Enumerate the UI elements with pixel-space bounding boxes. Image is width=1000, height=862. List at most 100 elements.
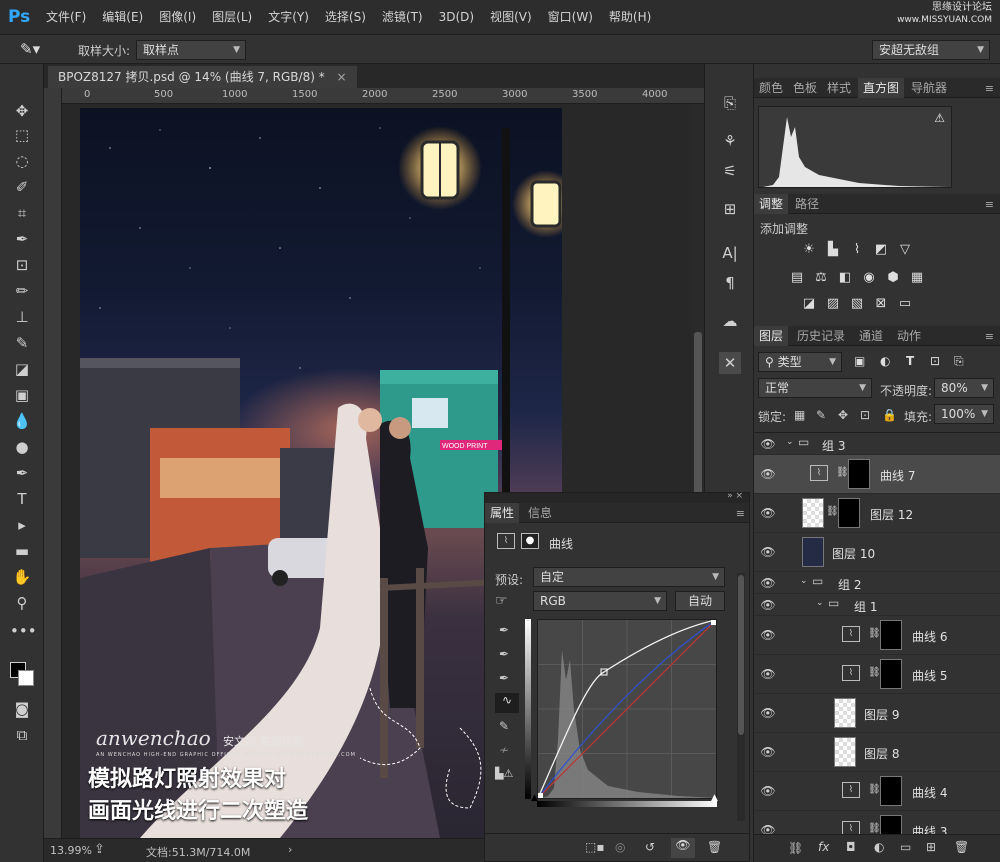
pencil-mode-icon[interactable]: ✎ [499, 719, 509, 733]
panel-menu-icon[interactable]: ≡ [985, 82, 994, 95]
new-layer-icon[interactable]: ⊞ [926, 840, 936, 854]
eyedropper-tool-preset-icon[interactable]: ✎▾ [20, 40, 40, 58]
tab-info[interactable]: 信息 [523, 503, 557, 523]
stamp-tool-icon[interactable]: ⊥ [10, 306, 34, 328]
visibility-eye-icon[interactable]: 👁 [760, 628, 776, 642]
on-image-adjust-icon[interactable]: ☞ [495, 593, 508, 609]
visibility-eye-icon[interactable]: 👁 [760, 598, 776, 612]
tools-cross-icon[interactable]: ✕ [719, 352, 741, 374]
link-layers-icon[interactable]: ⛓ [788, 841, 803, 855]
lock-artboard-icon[interactable]: ⊡ [860, 408, 870, 422]
gray-point-eyedropper-icon[interactable]: ✒ [499, 647, 509, 661]
tab-history[interactable]: 历史记录 [792, 326, 850, 346]
visibility-eye-icon[interactable]: 👁 [760, 437, 776, 451]
menu-edit[interactable]: 编辑(E) [94, 0, 151, 34]
quick-mask-icon[interactable]: ◙ [10, 698, 34, 720]
layer-row[interactable]: 👁 ⛓ 图层 12 [754, 494, 1000, 533]
visibility-eye-icon[interactable]: 👁 [760, 823, 776, 834]
fx-icon[interactable]: fx [818, 840, 829, 854]
fill-input[interactable]: 100% ▼ [934, 404, 994, 424]
visibility-eye-icon[interactable]: 👁 [760, 706, 776, 720]
panel-menu-icon[interactable]: ≡ [985, 198, 994, 211]
new-adjustment-icon[interactable]: ◐ [874, 840, 884, 854]
dodge-tool-icon[interactable]: ● [10, 436, 34, 458]
pen-tool-icon[interactable]: ✒ [10, 462, 34, 484]
properties-scrollbar[interactable] [737, 573, 745, 821]
color-balance-icon[interactable]: ⚖ [812, 270, 830, 286]
history-brush-icon[interactable]: ✎ [10, 332, 34, 354]
delete-icon[interactable]: 🗑 [707, 840, 722, 854]
menu-layer[interactable]: 图层(L) [204, 0, 260, 34]
auto-button[interactable]: 自动 [675, 591, 725, 611]
panel-menu-icon[interactable]: ≡ [736, 507, 745, 520]
visibility-eye-icon[interactable]: 👁 [760, 667, 776, 681]
filter-type-icon[interactable]: T [906, 354, 914, 368]
levels-icon[interactable]: ▙ [824, 242, 842, 258]
menu-filter[interactable]: 滤镜(T) [374, 0, 431, 34]
path-select-icon[interactable]: ▸ [10, 514, 34, 536]
tab-layers[interactable]: 图层 [754, 326, 789, 346]
document-tab[interactable]: BPOZ8127 拷贝.psd @ 14% (曲线 7, RGB/8) * × [48, 66, 357, 88]
blur-tool-icon[interactable]: 💧 [10, 410, 34, 432]
filter-smart-object-icon[interactable]: ⎘ [954, 354, 964, 369]
channel-mixer-icon[interactable]: ⬢ [884, 270, 902, 286]
visibility-eye-icon[interactable]: 👁 [760, 545, 776, 559]
blend-mode-select[interactable]: 正常 ▼ [758, 378, 872, 398]
curves-graph[interactable] [537, 619, 717, 799]
selective-color-icon[interactable]: ⊠ [872, 296, 890, 312]
exposure-icon[interactable]: ◩ [872, 242, 890, 258]
sample-size-select[interactable]: 取样点 ▼ [136, 40, 246, 60]
collapse-icon[interactable]: » × [727, 491, 743, 501]
panel-menu-icon[interactable]: ≡ [985, 330, 994, 343]
screen-mode-icon[interactable]: ⧉ [10, 724, 34, 746]
clip-to-layer-icon[interactable]: ⬚▪ [585, 840, 604, 854]
background-color-swatch[interactable] [18, 670, 34, 686]
layer-row[interactable]: 👁 ⌇ ⛓ 曲线 4 [754, 772, 1000, 811]
new-group-icon[interactable]: ▭ [900, 840, 911, 854]
hue-saturation-icon[interactable]: ▤ [788, 270, 806, 286]
layer-thumbnail[interactable] [834, 698, 856, 728]
white-input-slider[interactable]: ▲ [711, 793, 721, 803]
history-panel-icon[interactable]: ⎘ [719, 92, 741, 114]
lock-pixels-icon[interactable]: ✎ [816, 408, 826, 422]
smooth-curve-icon[interactable]: ≁ [499, 743, 509, 757]
menu-3d[interactable]: 3D(D) [431, 0, 482, 34]
posterize-icon[interactable]: ▨ [824, 296, 842, 312]
preset-select[interactable]: 自定 ▼ [533, 567, 725, 587]
layer-row[interactable]: 👁 图层 9 [754, 694, 1000, 733]
black-white-icon[interactable]: ◧ [836, 270, 854, 286]
tab-adjustments[interactable]: 调整 [754, 194, 789, 214]
tab-styles[interactable]: 样式 [822, 78, 856, 98]
marquee-tool-icon[interactable]: ⬚ [10, 124, 34, 146]
layer-row[interactable]: 👁 ⌄ ▭ 组 2 [754, 572, 1000, 594]
lock-position-icon[interactable]: ✥ [838, 408, 848, 422]
reset-icon[interactable]: ↺ [645, 840, 655, 854]
healing-tool-icon[interactable]: ⊡ [10, 254, 34, 276]
layer-mask-thumbnail[interactable] [880, 815, 902, 834]
lock-transparency-icon[interactable]: ▦ [794, 408, 805, 422]
photo-filter-icon[interactable]: ◉ [860, 270, 878, 286]
menu-window[interactable]: 窗口(W) [540, 0, 601, 34]
eyedropper-tool-icon[interactable]: ✒ [10, 228, 34, 250]
view-previous-icon[interactable]: ◎ [615, 840, 625, 854]
menu-image[interactable]: 图像(I) [151, 0, 204, 34]
layer-thumbnail[interactable] [834, 737, 856, 767]
layer-thumbnail[interactable] [802, 537, 824, 567]
invert-icon[interactable]: ◪ [800, 296, 818, 312]
tab-swatches[interactable]: 色板 [788, 78, 822, 98]
tab-navigator[interactable]: 导航器 [906, 78, 952, 98]
menu-type[interactable]: 文字(Y) [260, 0, 317, 34]
character-panel-icon[interactable]: A| [719, 242, 741, 264]
move-tool-icon[interactable]: ✥ [10, 100, 34, 122]
delete-layer-icon[interactable]: 🗑 [954, 840, 969, 854]
layer-mask-thumbnail[interactable] [848, 459, 870, 489]
layer-row[interactable]: 👁 ⌇ ⛓ 曲线 6 [754, 616, 1000, 655]
filter-adjustment-icon[interactable]: ◐ [880, 354, 890, 368]
share-icon[interactable]: ⇪ [94, 842, 105, 857]
filter-pixel-icon[interactable]: ▣ [854, 354, 865, 368]
clipping-warning-icon[interactable]: ▙⚠ [495, 767, 513, 780]
menu-help[interactable]: 帮助(H) [601, 0, 659, 34]
gradient-tool-icon[interactable]: ▣ [10, 384, 34, 406]
hand-tool-icon[interactable]: ✋ [10, 566, 34, 588]
zoom-level[interactable]: 13.99% [50, 844, 92, 857]
